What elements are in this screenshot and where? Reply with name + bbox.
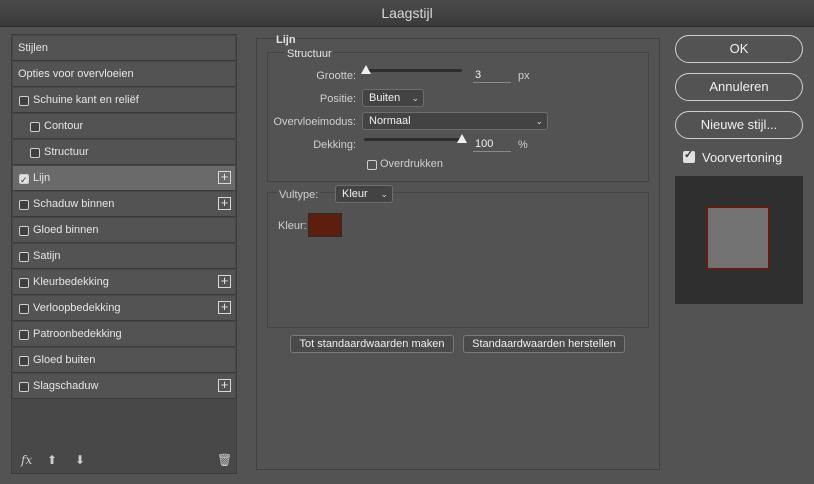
sidebar-item-checkbox[interactable] [19,330,29,340]
sidebar-item-checkbox[interactable] [19,382,29,392]
opacity-unit: % [518,139,528,151]
sidebar-item-checkbox[interactable] [19,356,29,366]
cancel-button[interactable]: Annuleren [675,73,803,101]
add-effect-icon[interactable]: + [218,378,231,392]
sidebar-item[interactable]: Structuur [13,140,235,165]
size-slider[interactable] [360,65,462,74]
sidebar-item-checkbox[interactable] [30,122,40,132]
fill-type-group: Vultype: Kleur ⌄ Kleur: [267,185,649,328]
sidebar-item[interactable]: Opties voor overvloeien [13,62,235,87]
overprint-checkbox[interactable] [367,160,377,170]
size-slider-thumb[interactable] [360,65,371,74]
sidebar-item[interactable]: Verloopbedekking + [13,296,235,321]
blend-mode-label: Overvloeimodus: [273,116,356,128]
sidebar-item-label: Satijn [33,250,61,262]
sidebar-item-label: Slagschaduw [33,380,99,392]
size-input[interactable]: 3 [473,68,511,83]
stroke-title: Lijn [276,34,296,46]
styles-sidebar: Stijlen Opties voor overvloeien Schuine ka… [11,34,237,474]
preview-checkbox[interactable] [683,148,695,163]
position-value: Buiten [369,92,401,104]
sidebar-item-checkbox[interactable] [19,278,29,288]
sidebar-item-label: Gloed buiten [33,354,96,366]
structure-group: Structuur Grootte: 3 px Positie: Buiten … [267,48,649,182]
new-style-button[interactable]: Nieuwe stijl... [675,111,803,139]
overprint-label: Overdrukken [380,158,443,170]
color-swatch[interactable] [308,213,342,237]
sidebar-item[interactable]: Contour [13,114,235,139]
add-effect-icon[interactable]: + [218,274,231,288]
sidebar-item-label: Lijn [33,172,51,184]
chevron-down-icon: ⌄ [380,189,388,199]
opacity-input[interactable]: 100 [473,137,511,152]
sidebar-item-label: Verloopbedekking [33,302,121,314]
sidebar-item-checkbox[interactable] [19,200,29,210]
sidebar-item-checkbox[interactable] [19,168,29,193]
stroke-panel: Lijn Structuur Grootte: 3 px Positie: Bu… [256,34,660,470]
color-label: Kleur: [278,220,307,232]
structure-title: Structuur [285,48,334,60]
arrow-up-icon[interactable]: ⬆ [47,453,57,467]
sidebar-footer: fx ⬆ ⬇ 🗑 [13,445,235,473]
sidebar-item[interactable]: Stijlen [13,36,235,61]
sidebar-item-label: Stijlen [18,42,48,54]
window-title: Laagstijl [0,0,814,27]
sidebar-item[interactable]: Patroonbedekking [13,322,235,347]
sidebar-item-label: Schuine kant en reliëf [33,94,139,106]
sidebar-item-checkbox[interactable] [30,148,40,158]
chevron-down-icon: ⌄ [535,116,543,126]
add-effect-icon[interactable]: + [218,196,231,210]
blend-mode-value: Normaal [369,115,411,127]
reset-default-button[interactable]: Standaardwaarden herstellen [463,335,625,353]
opacity-slider-thumb[interactable] [457,134,467,143]
sidebar-item-label: Opties voor overvloeien [18,68,134,80]
blend-mode-select[interactable]: Normaal ⌄ [362,112,548,130]
sidebar-item[interactable]: Schaduw binnen + [13,192,235,217]
size-label: Grootte: [316,70,356,82]
add-effect-icon[interactable]: + [218,300,231,314]
trash-icon[interactable]: 🗑 [217,453,232,467]
sidebar-item-label: Gloed binnen [33,224,99,236]
sidebar-item[interactable]: Lijn + [13,166,235,193]
sidebar-item-checkbox[interactable] [19,252,29,262]
opacity-label: Dekking: [313,139,356,151]
sidebar-item[interactable]: Slagschaduw + [13,374,235,399]
sidebar-item-checkbox[interactable] [19,96,29,106]
position-label: Positie: [319,93,356,105]
preview-thumbnail [706,206,770,270]
fill-type-value: Kleur [342,188,368,200]
style-preview [675,176,803,304]
position-select[interactable]: Buiten ⌄ [362,89,424,107]
ok-button[interactable]: OK [675,35,803,63]
fx-button[interactable]: fx [21,453,32,467]
sidebar-item[interactable]: Schuine kant en reliëf [13,88,235,113]
sidebar-item-label: Kleurbedekking [33,276,109,288]
sidebar-item[interactable]: Satijn [13,244,235,269]
make-default-button[interactable]: Tot standaardwaarden maken [290,335,454,353]
sidebar-item-label: Schaduw binnen [33,198,115,210]
preview-label: Voorvertoning [702,150,783,165]
arrow-down-icon[interactable]: ⬇ [75,453,85,467]
size-unit: px [518,70,530,82]
sidebar-item-label: Patroonbedekking [33,328,122,340]
sidebar-item[interactable]: Kleurbedekking + [13,270,235,295]
sidebar-item-label: Contour [44,120,84,132]
add-effect-icon[interactable]: + [218,170,231,184]
fill-type-label: Vultype: [277,189,321,201]
opacity-slider[interactable] [364,134,467,143]
sidebar-item[interactable]: Gloed buiten [13,348,235,373]
sidebar-item[interactable]: Gloed binnen [13,218,235,243]
sidebar-item-label: Structuur [44,146,89,158]
sidebar-item-checkbox[interactable] [19,304,29,314]
fill-type-select[interactable]: Kleur ⌄ [335,185,393,203]
sidebar-item-checkbox[interactable] [19,226,29,236]
chevron-down-icon: ⌄ [411,93,419,103]
